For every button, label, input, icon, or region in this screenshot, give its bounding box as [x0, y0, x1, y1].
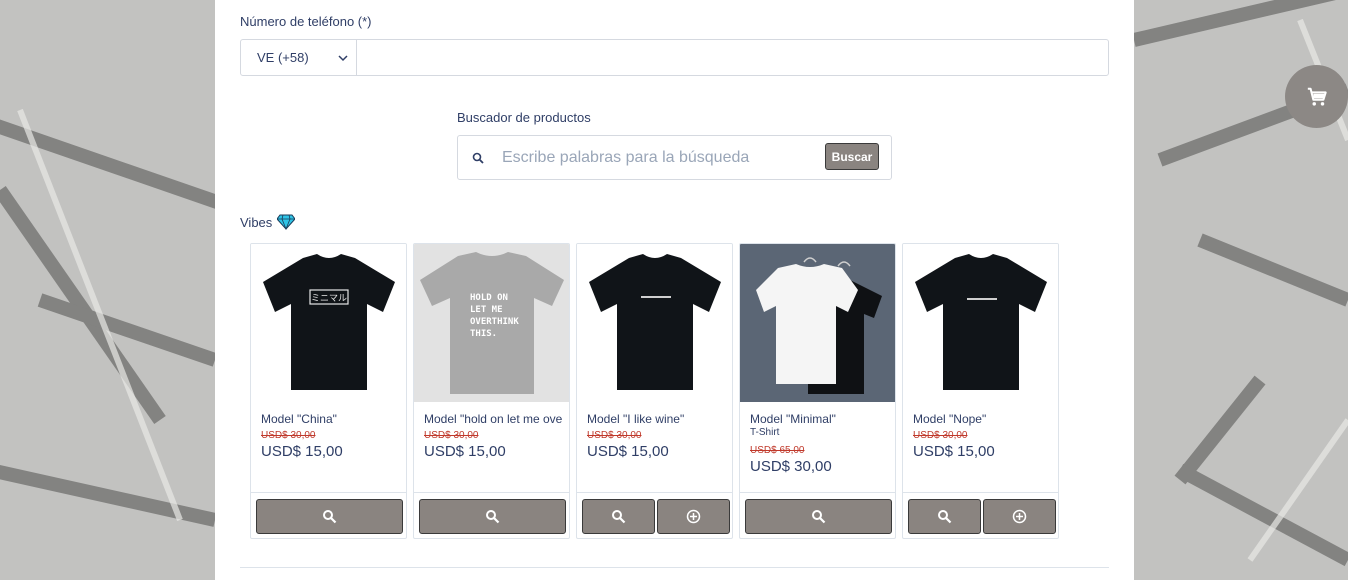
add-circle-icon: [1012, 509, 1027, 524]
sale-price: USD$ 15,00: [261, 443, 343, 460]
view-product-button[interactable]: [908, 499, 981, 534]
product-name[interactable]: Model "Minimal": [750, 412, 895, 426]
search-icon: [612, 510, 626, 524]
view-product-button[interactable]: [419, 499, 566, 534]
add-circle-icon: [686, 509, 701, 524]
cart-button[interactable]: [1285, 65, 1348, 128]
product-card[interactable]: Model "Nope" USD$ 30,00 USD$ 15,00: [902, 243, 1059, 539]
country-code-select[interactable]: VE (+58): [241, 40, 357, 75]
product-image[interactable]: [903, 244, 1058, 402]
svg-text:THIS.: THIS.: [470, 329, 497, 339]
product-image[interactable]: ミニマル: [251, 244, 406, 402]
phone-field-group: VE (+58): [240, 39, 1109, 76]
add-to-cart-button[interactable]: [983, 499, 1056, 534]
gem-icon: [277, 214, 296, 230]
search-icon: [812, 510, 826, 524]
original-price: USD$ 30,00: [261, 430, 316, 441]
search-icon: [472, 152, 484, 164]
search-icon: [486, 510, 500, 524]
card-actions: [740, 492, 895, 538]
product-card[interactable]: HOLD ON LET ME OVERTHINK THIS. Model "ho…: [413, 243, 570, 539]
add-to-cart-button[interactable]: [657, 499, 730, 534]
original-price: USD$ 30,00: [424, 430, 479, 441]
product-name[interactable]: Model "China": [261, 412, 406, 426]
product-card[interactable]: Model "I like wine" USD$ 30,00 USD$ 15,0…: [576, 243, 733, 539]
form-panel: Número de teléfono (*) VE (+58) Buscador…: [215, 0, 1134, 580]
product-card[interactable]: Model "Minimal" T-Shirt USD$ 65,00 USD$ …: [739, 243, 896, 539]
product-name[interactable]: Model "hold on let me ove: [424, 412, 569, 426]
phone-number-input[interactable]: [357, 40, 1108, 75]
product-type: T-Shirt: [750, 427, 780, 438]
chevron-down-icon: [338, 54, 348, 61]
search-icon: [938, 510, 952, 524]
product-name[interactable]: Model "Nope": [913, 412, 1058, 426]
product-image[interactable]: HOLD ON LET ME OVERTHINK THIS.: [414, 244, 569, 402]
country-code-value: VE (+58): [257, 50, 309, 65]
search-button[interactable]: Buscar: [825, 143, 879, 170]
svg-text:LET ME: LET ME: [470, 305, 503, 315]
view-product-button[interactable]: [256, 499, 403, 534]
product-image[interactable]: [740, 244, 895, 402]
view-product-button[interactable]: [745, 499, 892, 534]
sale-price: USD$ 15,00: [587, 443, 669, 460]
card-actions: [414, 492, 569, 538]
svg-text:ミニマル: ミニマル: [311, 294, 347, 304]
section-title-text: Vibes: [240, 214, 273, 230]
sale-price: USD$ 15,00: [913, 443, 995, 460]
product-card[interactable]: ミニマル Model "China" USD$ 30,00 USD$ 15,00: [250, 243, 407, 539]
search-label: Buscador de productos: [457, 110, 591, 125]
view-product-button[interactable]: [582, 499, 655, 534]
svg-text:OVERTHINK: OVERTHINK: [470, 317, 519, 327]
search-placeholder: Escribe palabras para la búsqueda: [502, 149, 750, 166]
original-price: USD$ 30,00: [913, 430, 968, 441]
cart-icon: [1307, 87, 1327, 106]
svg-text:HOLD ON: HOLD ON: [470, 293, 508, 303]
search-input[interactable]: Escribe palabras para la búsqueda Buscar: [457, 135, 892, 180]
sale-price: USD$ 30,00: [750, 458, 832, 475]
product-image[interactable]: [577, 244, 732, 402]
phone-label: Número de teléfono (*): [240, 14, 372, 29]
product-name[interactable]: Model "I like wine": [587, 412, 732, 426]
card-actions: [251, 492, 406, 538]
section-divider: [240, 567, 1109, 568]
search-icon: [323, 510, 337, 524]
product-list: ミニマル Model "China" USD$ 30,00 USD$ 15,00…: [250, 243, 1059, 539]
original-price: USD$ 65,00: [750, 445, 805, 456]
card-actions: [903, 492, 1058, 538]
sale-price: USD$ 15,00: [424, 443, 506, 460]
original-price: USD$ 30,00: [587, 430, 642, 441]
card-actions: [577, 492, 732, 538]
section-title: Vibes: [240, 214, 296, 230]
